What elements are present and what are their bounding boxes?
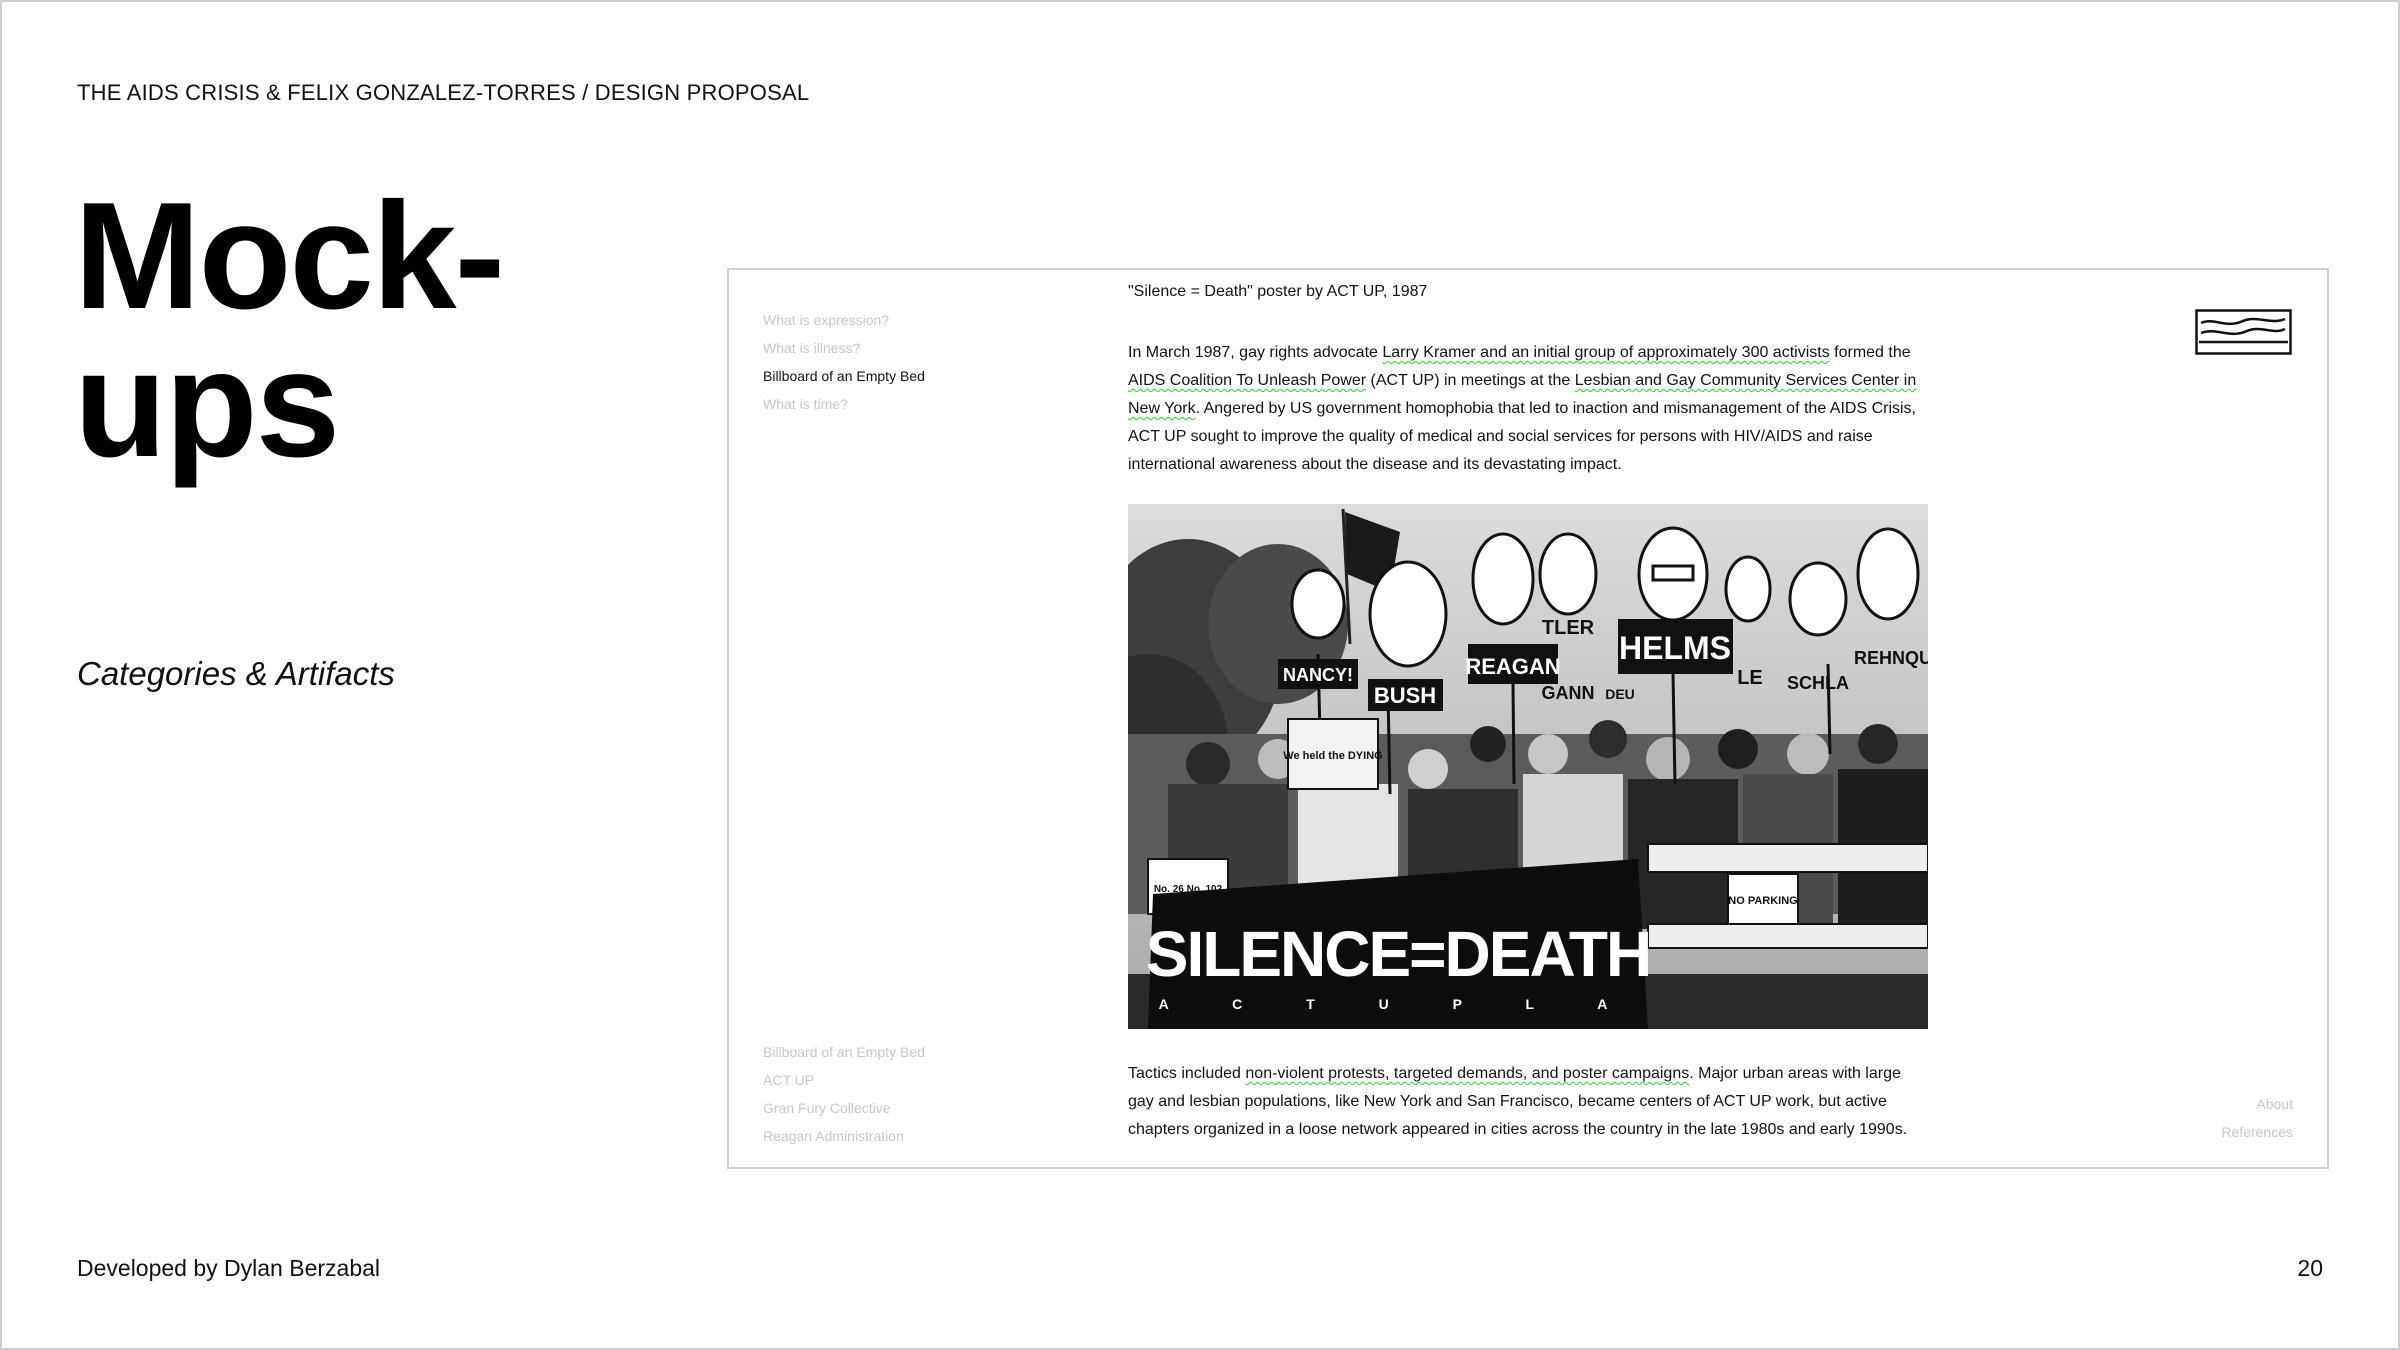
nav-item-act-up[interactable]: ACT UP	[763, 1066, 925, 1094]
slide: THE AIDS CRISIS & FELIX GONZALEZ-TORRES …	[0, 0, 2400, 1350]
sign-bush: BUSH	[1374, 683, 1436, 708]
paragraph-1: In March 1987, gay rights advocate Larry…	[1128, 339, 1928, 479]
slide-header: THE AIDS CRISIS & FELIX GONZALEZ-TORRES …	[77, 80, 810, 105]
p1-spellcheck-2: AIDS Coalition To Unleash Power	[1128, 372, 1367, 389]
p1-spellcheck-1: Larry Kramer and an initial group of app…	[1382, 344, 1830, 361]
p1-text-4: . Angered by US government homophobia th…	[1128, 400, 1916, 473]
sign-reagan: REAGAN	[1465, 654, 1560, 679]
nav-item-billboard-bottom[interactable]: Billboard of an Empty Bed	[763, 1038, 925, 1066]
sign-rehnqu: REHNQU	[1854, 648, 1928, 668]
p2-spellcheck-1: non-violent protests, targeted demands, …	[1245, 1065, 1690, 1082]
p1-text-3: (ACT UP) in meetings at the	[1366, 372, 1575, 389]
website-mockup: What is expression? What is illness? Bil…	[727, 268, 2329, 1169]
nav-item-gran-fury[interactable]: Gran Fury Collective	[763, 1094, 925, 1122]
slide-title: Mock- ups	[74, 171, 505, 489]
title-line-2: ups	[74, 319, 340, 489]
sign-deu: DEU	[1605, 686, 1635, 702]
silence-death-protest-photo: NANCY! BUSH REAGAN TLER GANN DEU HELMS L…	[1128, 504, 1928, 1029]
sign-gann: GANN	[1542, 683, 1595, 703]
nav-item-references[interactable]: References	[2221, 1118, 2293, 1146]
banner-act-up: A C T U P L A	[1159, 996, 1638, 1012]
slide-subtitle: Categories & Artifacts	[77, 655, 395, 692]
image-caption: "Silence = Death" poster by ACT UP, 1987	[1128, 283, 1428, 300]
p1-text-1: In March 1987, gay rights advocate	[1128, 344, 1383, 361]
nav-item-about[interactable]: About	[2221, 1090, 2293, 1118]
sign-dying: We held the DYING	[1283, 750, 1382, 762]
nav-item-expression[interactable]: What is expression?	[763, 306, 925, 334]
empty-bed-logo-icon[interactable]	[2195, 309, 2292, 355]
mockup-nav-top: What is expression? What is illness? Bil…	[763, 306, 925, 418]
nav-item-time[interactable]: What is time?	[763, 390, 925, 418]
mockup-nav-right: About References	[2221, 1090, 2293, 1146]
sign-tler: TLER	[1542, 617, 1595, 639]
protest-photo-illustration: NANCY! BUSH REAGAN TLER GANN DEU HELMS L…	[1128, 504, 1928, 1029]
mockup-nav-bottom: Billboard of an Empty Bed ACT UP Gran Fu…	[763, 1038, 925, 1150]
paragraph-2: Tactics included non-violent protests, t…	[1128, 1060, 1928, 1144]
nav-item-reagan[interactable]: Reagan Administration	[763, 1122, 925, 1150]
nav-item-billboard[interactable]: Billboard of an Empty Bed	[763, 362, 925, 390]
footer-credit: Developed by Dylan Berzabal	[77, 1255, 381, 1281]
p1-text-2: formed the	[1829, 344, 1911, 361]
sign-nancy: NANCY!	[1283, 665, 1353, 685]
sign-helms: HELMS	[1619, 630, 1731, 666]
p2-text-1: Tactics included	[1128, 1065, 1246, 1082]
sign-le: LE	[1737, 667, 1763, 689]
banner-silence-death: SILENCE=DEATH	[1146, 918, 1650, 990]
title-line-1: Mock-	[74, 171, 505, 341]
nav-item-illness[interactable]: What is illness?	[763, 334, 925, 362]
sign-no-parking: NO PARKING	[1728, 895, 1797, 907]
sign-schla: SCHLA	[1787, 673, 1849, 693]
page-number: 20	[2297, 1255, 2323, 1281]
